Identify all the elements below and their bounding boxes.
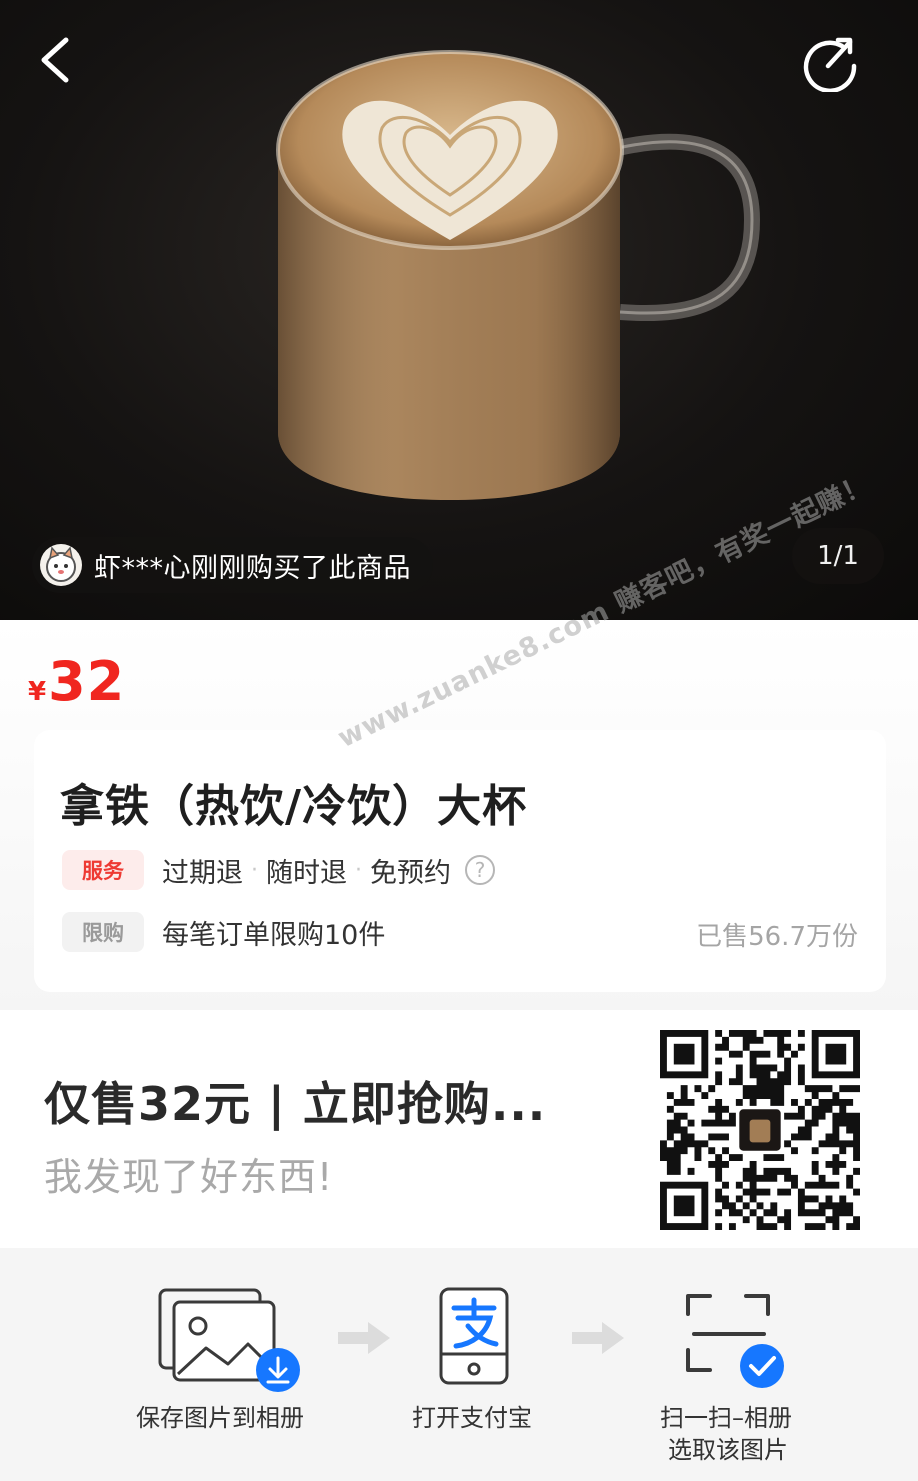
arrow-right-icon <box>572 1322 624 1354</box>
step-scan-label-2: 选取该图片 <box>668 1436 788 1464</box>
step-scan-label-1: 扫一扫–相册 <box>660 1404 792 1432</box>
price-value: 32 <box>48 650 126 713</box>
scan-check-icon <box>686 1294 784 1388</box>
chevron-left-icon <box>41 37 69 83</box>
step-save-label: 保存图片到相册 <box>136 1404 304 1432</box>
share-icon <box>803 37 857 93</box>
buyer-avatar <box>40 544 82 586</box>
product-title: 拿铁（热饮/冷饮）大杯 <box>60 781 528 832</box>
separator-dot: · <box>251 857 258 883</box>
alipay-phone-icon <box>439 1287 509 1385</box>
share-button[interactable] <box>800 32 860 93</box>
save-image-icon <box>158 1288 300 1392</box>
product-info-card: 拿铁（热饮/冷饮）大杯 服务 过期退 · 随时退 · 免预约 ? 限购 每笔订单… <box>34 730 886 992</box>
service-item: 过期退 <box>162 857 243 889</box>
limit-text: 每笔订单限购10件 <box>162 919 386 951</box>
step-alipay-label: 打开支付宝 <box>412 1404 532 1432</box>
limit-row: 限购 每笔订单限购10件 <box>62 912 385 952</box>
back-button[interactable] <box>30 30 86 90</box>
buyer-notice-text: 虾***心刚刚购买了此商品 <box>94 552 411 584</box>
arrow-right-icon <box>338 1322 390 1354</box>
share-promo-section: 仅售32元 | 立即抢购... 我发现了好东西! <box>0 1010 918 1248</box>
qr-code[interactable] <box>660 1030 860 1230</box>
limit-tag: 限购 <box>62 912 144 952</box>
service-row[interactable]: 服务 过期退 · 随时退 · 免预约 ? <box>62 850 495 890</box>
price: ¥ 32 <box>28 650 125 713</box>
service-item: 免预约 <box>370 857 451 889</box>
promo-subtitle: 我发现了好东西! <box>44 1155 334 1199</box>
how-to-steps: 保存图片到相册 打开支付宝 扫一扫–相册 选取该图片 <box>0 1248 918 1481</box>
sold-count: 已售56.7万份 <box>696 922 858 952</box>
recent-buyer-notice: 虾***心刚刚购买了此商品 <box>32 537 433 593</box>
currency-symbol: ¥ <box>28 677 47 707</box>
service-item: 随时退 <box>266 857 347 889</box>
image-page-counter: 1/1 <box>792 528 884 584</box>
separator-dot: · <box>355 857 362 883</box>
cat-avatar-icon <box>46 546 76 582</box>
service-tag: 服务 <box>62 850 144 890</box>
help-icon[interactable]: ? <box>465 855 495 885</box>
promo-title: 仅售32元 | 立即抢购... <box>44 1077 547 1131</box>
